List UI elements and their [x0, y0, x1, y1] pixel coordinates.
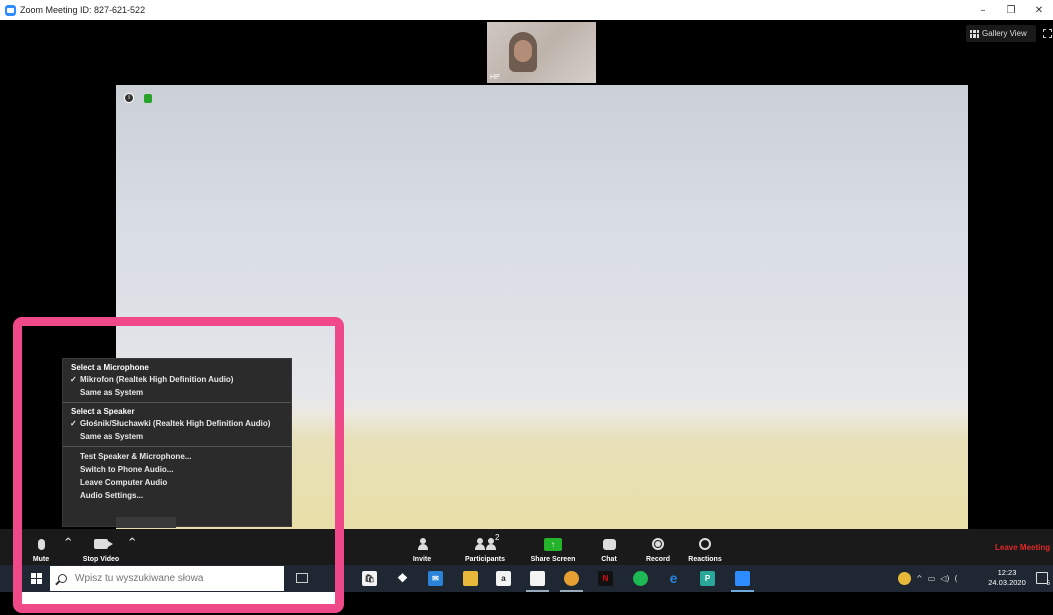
- participants-label: Participants: [464, 556, 506, 563]
- mute-button[interactable]: Mute: [28, 529, 54, 565]
- participants-icon: [475, 538, 485, 550]
- screen: Zoom Meeting ID: 827-621-522 – ❐ ✕ HP Ga…: [0, 0, 1053, 615]
- zoom-taskbar-icon[interactable]: [735, 571, 750, 586]
- taskbar-search[interactable]: [50, 566, 284, 591]
- search-input[interactable]: [75, 573, 255, 584]
- stop-video-label: Stop Video: [82, 556, 120, 563]
- reactions-button[interactable]: Reactions: [684, 529, 726, 565]
- notification-icon[interactable]: 5: [1036, 572, 1050, 587]
- speaker-item-same-as-system[interactable]: Same as System: [63, 430, 291, 443]
- mic-item-realtek[interactable]: ✓ Mikrofon (Realtek High Definition Audio…: [63, 373, 291, 386]
- restore-button[interactable]: ❐: [997, 0, 1025, 20]
- minimize-button[interactable]: –: [969, 0, 997, 20]
- speaker-header: Select a Speaker: [71, 407, 135, 416]
- participant-name: HP: [490, 74, 500, 81]
- help-icon[interactable]: [898, 572, 911, 585]
- reactions-label: Reactions: [688, 556, 722, 563]
- grid-icon: [970, 29, 979, 38]
- chevron-up-icon[interactable]: ^: [916, 574, 923, 583]
- record-button[interactable]: Record: [643, 529, 673, 565]
- highlight-inner: [22, 592, 335, 604]
- publisher-icon[interactable]: P: [700, 571, 715, 586]
- test-speaker-mic-item[interactable]: Test Speaker & Microphone...: [63, 450, 291, 463]
- windows-taskbar: 🛍 ❖ ✉ a N e P ^ ▭ ◁) ( 12:23 24.03.2020 …: [0, 565, 1053, 592]
- share-screen-button[interactable]: ↑ Share Screen: [527, 529, 579, 565]
- menu-item-label: Same as System: [80, 388, 144, 397]
- dropbox-icon[interactable]: ❖: [395, 571, 410, 586]
- chat-button[interactable]: Chat: [596, 529, 622, 565]
- gallery-view-label: Gallery View: [982, 29, 1027, 38]
- invite-label: Invite: [412, 556, 432, 563]
- mic-header: Select a Microphone: [71, 363, 149, 372]
- audio-menu: Select a Microphone ✓ Mikrofon (Realtek H…: [62, 358, 292, 527]
- check-icon: ✓: [70, 419, 77, 428]
- gallery-view-button[interactable]: Gallery View: [966, 25, 1036, 42]
- invite-button[interactable]: Invite: [407, 529, 437, 565]
- taskbar-clock[interactable]: 12:23 24.03.2020: [985, 568, 1029, 588]
- record-label: Record: [645, 556, 671, 563]
- participants-icon: [486, 538, 496, 550]
- share-screen-label: Share Screen: [530, 556, 576, 563]
- shield-icon[interactable]: [144, 94, 152, 103]
- window-controls: – ❐ ✕: [969, 0, 1053, 20]
- file-explorer-icon[interactable]: [463, 571, 478, 586]
- audio-settings-item[interactable]: Audio Settings...: [63, 489, 291, 502]
- task-view-icon[interactable]: [296, 573, 308, 583]
- title-bar: Zoom Meeting ID: 827-621-522 – ❐ ✕: [0, 0, 1053, 20]
- reaction-smiley-icon: [699, 538, 711, 550]
- search-icon: [58, 574, 67, 583]
- clock-date: 24.03.2020: [988, 578, 1026, 587]
- chrome-icon[interactable]: [564, 571, 579, 586]
- notification-count: 5: [1046, 581, 1050, 587]
- camera-icon: [94, 539, 113, 549]
- wifi-icon[interactable]: (: [955, 574, 958, 583]
- spotify-icon[interactable]: [633, 571, 648, 586]
- video-options-caret-icon[interactable]: ^: [128, 537, 136, 548]
- fullscreen-icon[interactable]: [1043, 29, 1052, 38]
- amazon-icon[interactable]: a: [496, 571, 511, 586]
- volume-icon[interactable]: ◁): [940, 574, 949, 583]
- check-icon: ✓: [70, 375, 77, 384]
- chat-label: Chat: [601, 556, 617, 563]
- switch-to-phone-item[interactable]: Switch to Phone Audio...: [63, 463, 291, 476]
- chat-icon: [602, 538, 616, 550]
- meeting-toolbar: Mute ^ Stop Video ^ Invite Participants …: [0, 529, 1053, 565]
- audio-options-caret-icon[interactable]: ^: [64, 537, 72, 548]
- menu-item-label: Same as System: [80, 432, 144, 441]
- menu-item-label: Mikrofon (Realtek High Definition Audio): [80, 375, 234, 384]
- window-title: Zoom Meeting ID: 827-621-522: [20, 5, 146, 15]
- add-person-icon: [417, 538, 428, 550]
- record-icon: [652, 538, 664, 550]
- windows-logo-icon: [30, 573, 42, 584]
- leave-computer-audio-item[interactable]: Leave Computer Audio: [63, 476, 291, 489]
- mic-item-same-as-system[interactable]: Same as System: [63, 386, 291, 399]
- netflix-icon[interactable]: N: [598, 571, 613, 586]
- participants-count: 2: [495, 533, 500, 542]
- speaker-item-realtek[interactable]: ✓ Głośnik/Słuchawki (Realtek High Definit…: [63, 417, 291, 430]
- tooltip: [116, 517, 176, 528]
- participant-face: [514, 40, 532, 62]
- system-tray: ^ ▭ ◁) (: [898, 565, 958, 592]
- zoom-app-icon: [5, 4, 16, 16]
- participants-button[interactable]: Participants: [460, 529, 510, 565]
- clock-time: 12:23: [997, 568, 1017, 577]
- participant-thumbnail[interactable]: HP: [487, 22, 596, 83]
- menu-item-label: Głośnik/Słuchawki (Realtek High Definiti…: [80, 419, 271, 428]
- microphone-icon: [37, 538, 45, 550]
- stop-video-button[interactable]: Stop Video: [78, 529, 124, 565]
- start-button[interactable]: [24, 565, 48, 592]
- store-icon[interactable]: 🛍: [362, 571, 377, 586]
- leave-meeting-button[interactable]: Leave Meeting: [995, 543, 1050, 552]
- document-icon[interactable]: [530, 571, 545, 586]
- mute-label: Mute: [32, 556, 50, 563]
- edge-icon[interactable]: e: [666, 571, 681, 586]
- battery-icon[interactable]: ▭: [928, 574, 936, 583]
- mail-icon[interactable]: ✉: [428, 571, 443, 586]
- info-icon[interactable]: i: [124, 93, 134, 103]
- close-button[interactable]: ✕: [1025, 0, 1053, 20]
- menu-divider: [63, 402, 291, 403]
- menu-divider: [63, 446, 291, 447]
- share-screen-icon: ↑: [544, 537, 562, 551]
